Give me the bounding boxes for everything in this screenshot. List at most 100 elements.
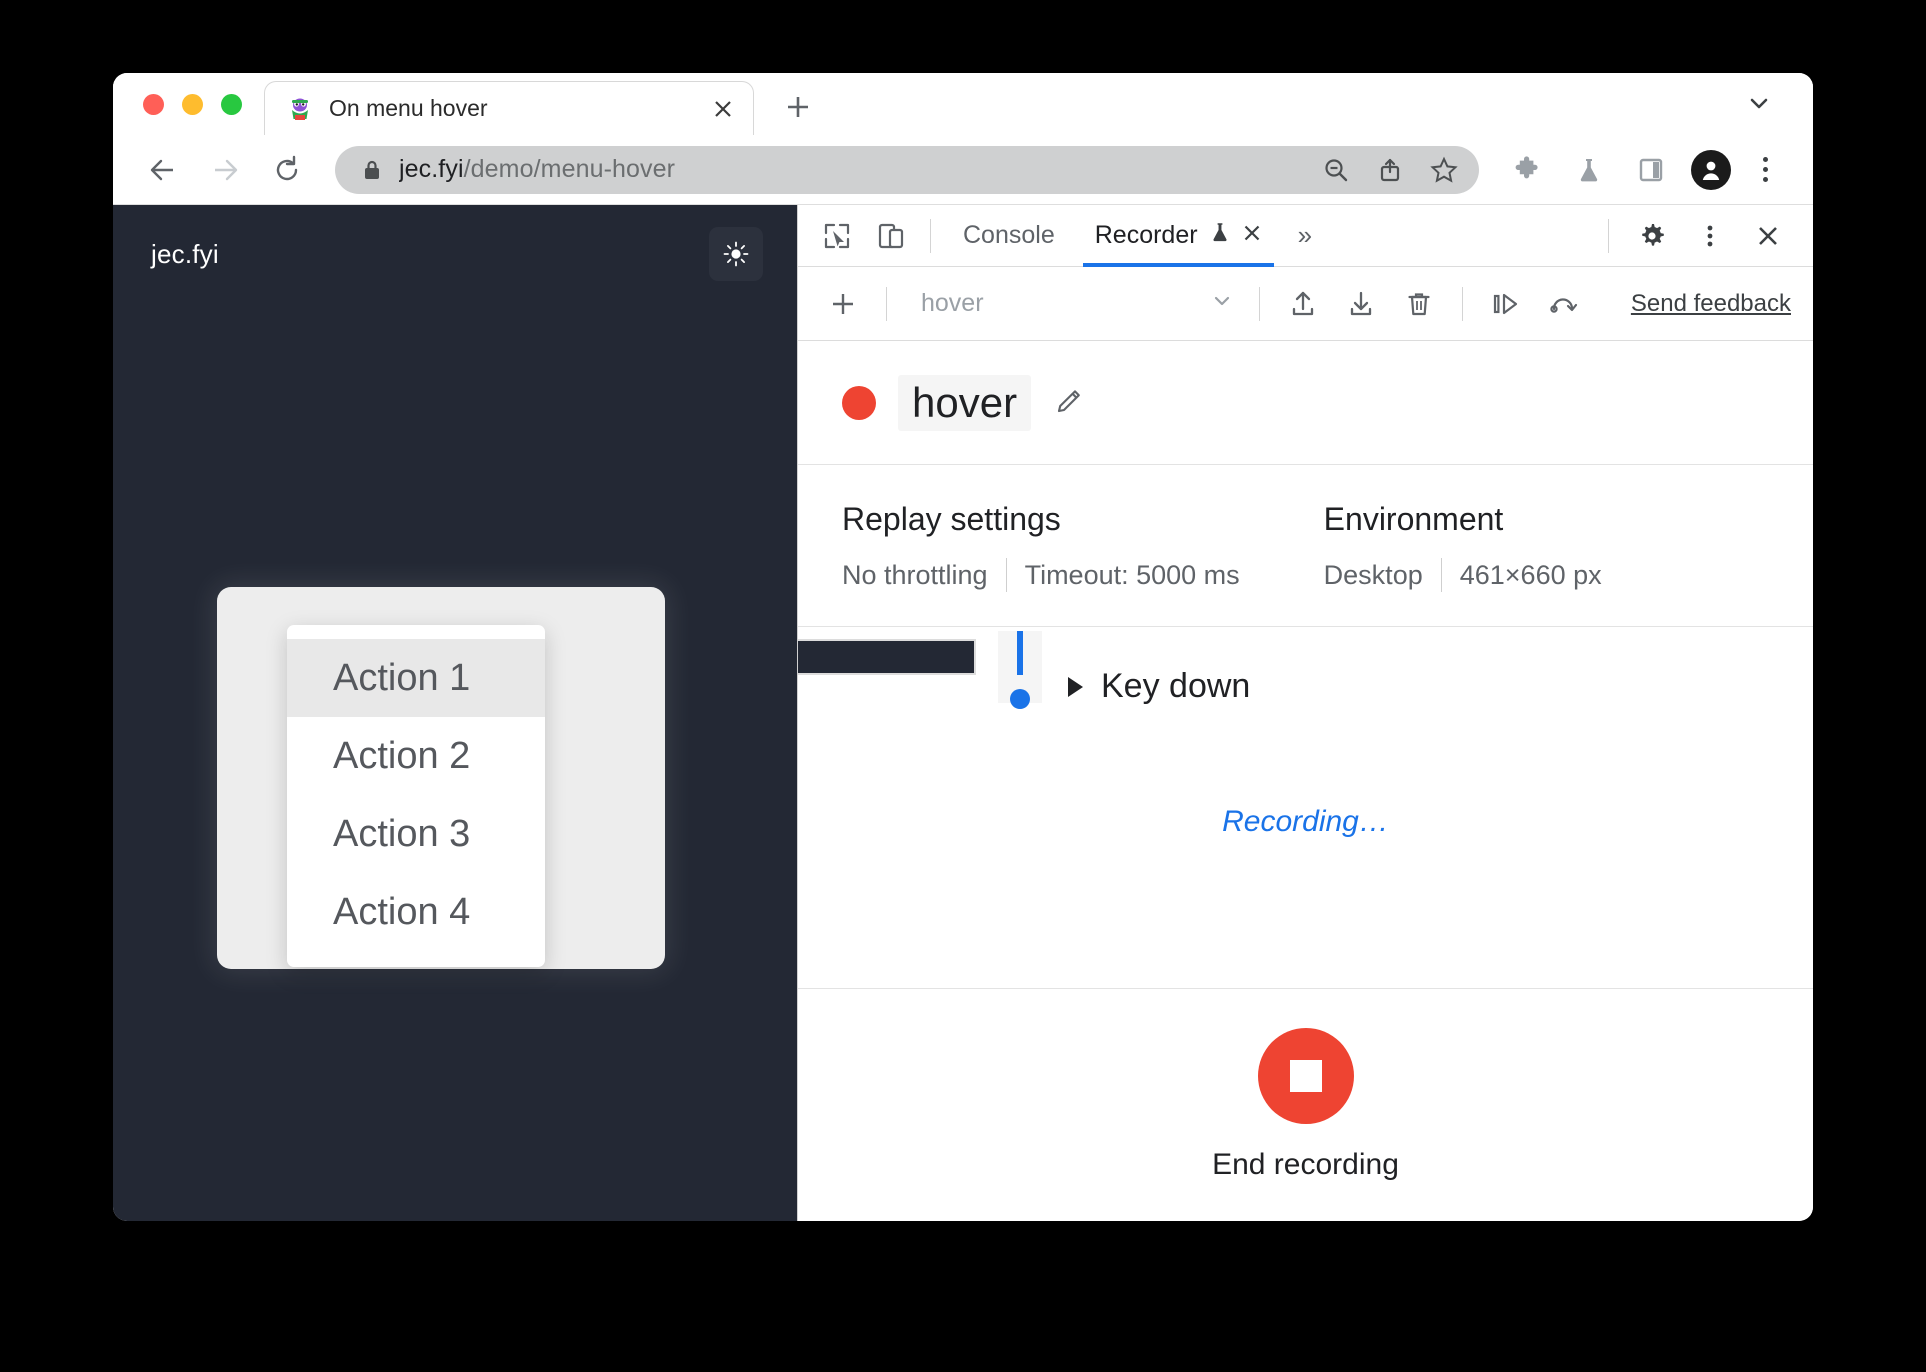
window-traffic-lights — [113, 73, 264, 135]
back-arrow-icon[interactable] — [135, 142, 191, 198]
import-icon[interactable] — [1334, 277, 1388, 331]
devtools-panel: Console Recorder » hover Send feedback h… — [797, 205, 1813, 1221]
stop-square-icon — [1289, 1060, 1322, 1092]
recording-settings-row: Replay settings No throttling Timeout: 5… — [798, 465, 1813, 627]
zoom-out-icon[interactable] — [1311, 147, 1361, 193]
replay-settings-values: No throttling Timeout: 5000 ms — [842, 558, 1240, 592]
expand-triangle-icon[interactable] — [1068, 676, 1083, 697]
tab-close-icon[interactable] — [709, 95, 737, 123]
recorder-toolbar: hover Send feedback — [798, 267, 1813, 341]
tab-console[interactable]: Console — [943, 205, 1075, 267]
sun-icon[interactable] — [709, 227, 763, 281]
step-label-wrap[interactable]: Key down — [1068, 667, 1250, 706]
side-panel-icon[interactable] — [1623, 142, 1679, 198]
recording-selector[interactable]: hover — [903, 280, 1243, 328]
send-feedback-link[interactable]: Send feedback — [1631, 290, 1791, 318]
timeout-value[interactable]: Timeout: 5000 ms — [1025, 560, 1240, 591]
stop-recording-button[interactable] — [1257, 1028, 1354, 1124]
menu-item-action-4[interactable]: Action 4 — [287, 873, 545, 951]
hover-dropdown-menu: Action 1 Action 2 Action 3 Action 4 — [287, 625, 545, 967]
page-viewport: jec.fyi Action 1 Action 2 Action 3 Actio… — [113, 205, 797, 1221]
address-bar-host: jec.fyi — [399, 155, 464, 183]
new-tab-button[interactable] — [772, 81, 824, 133]
step-timeline-dot — [1010, 689, 1030, 709]
reload-icon[interactable] — [259, 142, 315, 198]
recorder-footer: End recording — [798, 989, 1813, 1221]
divider — [1608, 218, 1609, 253]
more-tabs-chevron-icon[interactable]: » — [1282, 220, 1328, 251]
kebab-dot — [1762, 157, 1768, 162]
tab-recorder[interactable]: Recorder — [1075, 205, 1282, 267]
replay-reload-icon[interactable] — [1537, 277, 1591, 331]
devtools-kebab-icon[interactable] — [1683, 209, 1737, 263]
device-value: Desktop — [1323, 559, 1423, 590]
address-bar-url: jec.fyi/demo/menu-hover — [399, 155, 1295, 184]
recording-header: hover — [798, 341, 1813, 465]
divider — [1440, 558, 1442, 592]
tab-search-chevron-down-icon[interactable] — [1739, 83, 1779, 123]
browser-tab[interactable]: On menu hover — [264, 81, 754, 135]
gear-icon[interactable] — [1625, 209, 1679, 263]
environment-values: Desktop 461×660 px — [1324, 558, 1602, 592]
address-bar-path: /demo/menu-hover — [463, 155, 676, 183]
step-screenshot-thumbnail — [798, 639, 976, 675]
extensions-puzzle-icon[interactable] — [1499, 142, 1555, 198]
window-minimize-button[interactable] — [182, 93, 203, 115]
divider — [1259, 286, 1260, 321]
page-header: jec.fyi — [113, 205, 797, 303]
environment-group: Environment Desktop 461×660 px — [1324, 501, 1602, 592]
forward-arrow-icon — [197, 142, 253, 198]
divider — [1005, 558, 1007, 592]
device-toolbar-icon[interactable] — [864, 209, 918, 263]
address-bar[interactable]: jec.fyi/demo/menu-hover — [335, 145, 1479, 194]
end-recording-label: End recording — [1212, 1148, 1399, 1181]
devtools-close-icon[interactable] — [1741, 209, 1795, 263]
recording-title[interactable]: hover — [898, 374, 1032, 431]
browser-nav-bar: jec.fyi/demo/menu-hover — [113, 135, 1813, 205]
replay-step-icon[interactable] — [1479, 277, 1533, 331]
add-recording-button[interactable] — [816, 277, 870, 331]
replay-settings-group: Replay settings No throttling Timeout: 5… — [842, 501, 1240, 592]
content-split: jec.fyi Action 1 Action 2 Action 3 Actio… — [113, 205, 1813, 1221]
recorder-step[interactable]: Key down — [998, 631, 1250, 709]
experiments-flask-icon[interactable] — [1561, 142, 1617, 198]
kebab-dot — [1762, 177, 1768, 182]
tab-recorder-close-icon[interactable] — [1242, 223, 1262, 248]
experiments-flask-icon — [1208, 220, 1232, 251]
menu-item-action-2[interactable]: Action 2 — [287, 717, 545, 795]
browser-menu-icon[interactable] — [1743, 146, 1787, 194]
divider — [1462, 286, 1463, 321]
recorder-steps-area: Key down Recording… — [798, 627, 1813, 989]
site-favicon — [287, 96, 313, 122]
share-icon[interactable] — [1365, 147, 1415, 193]
devtools-tab-bar-actions — [1596, 209, 1813, 263]
profile-avatar[interactable] — [1691, 149, 1731, 190]
chevron-down-icon — [1209, 288, 1235, 319]
pencil-icon[interactable] — [1053, 386, 1087, 420]
lock-icon — [361, 158, 383, 182]
recording-status-text: Recording… — [1222, 805, 1389, 838]
inspect-element-icon[interactable] — [810, 209, 864, 263]
divider — [930, 218, 931, 253]
menu-item-action-1[interactable]: Action 1 — [287, 639, 545, 717]
browser-window: On menu hover jec.fyi/demo/menu-hover je… — [113, 73, 1813, 1221]
kebab-dot — [1762, 167, 1768, 172]
bookmark-star-icon[interactable] — [1419, 147, 1469, 193]
window-close-button[interactable] — [143, 93, 164, 115]
site-logo: jec.fyi — [151, 238, 219, 269]
divider — [886, 286, 887, 321]
step-timeline-line — [1017, 631, 1023, 675]
throttling-value[interactable]: No throttling — [842, 560, 988, 591]
address-bar-actions — [1311, 147, 1469, 193]
window-maximize-button[interactable] — [221, 93, 242, 115]
devtools-tab-bar: Console Recorder » — [798, 205, 1813, 267]
browser-tab-title: On menu hover — [329, 95, 488, 121]
environment-title: Environment — [1323, 501, 1504, 537]
tab-recorder-label: Recorder — [1094, 221, 1198, 249]
viewport-value: 461×660 px — [1459, 559, 1602, 590]
delete-icon[interactable] — [1392, 277, 1446, 331]
export-icon[interactable] — [1276, 277, 1330, 331]
replay-settings-title: Replay settings — [842, 501, 1061, 537]
menu-item-action-3[interactable]: Action 3 — [287, 795, 545, 873]
step-label: Key down — [1101, 667, 1251, 705]
